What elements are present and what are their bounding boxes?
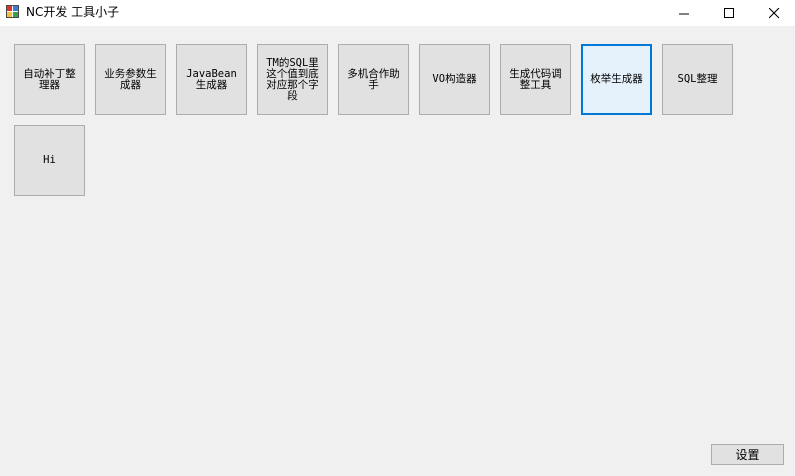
tool-button-sql-field-lookup[interactable]: TM的SQL里这个值到底对应那个字段 — [257, 44, 328, 115]
tool-button-javabean-generator[interactable]: JavaBean生成器 — [176, 44, 247, 115]
tool-button-label: 自动补丁整理器 — [23, 67, 76, 91]
tool-button-label: 枚举生成器 — [590, 73, 643, 85]
maximize-icon — [723, 7, 734, 18]
tool-button-sql-formatter[interactable]: SQL整理 — [662, 44, 733, 115]
tool-button-multi-machine-helper[interactable]: 多机合作助手 — [338, 44, 409, 115]
tool-button-label: 生成代码调整工具 — [509, 67, 562, 91]
close-icon — [768, 7, 779, 18]
window-title: NC开发 工具小子 — [26, 5, 120, 19]
close-button[interactable] — [752, 0, 795, 26]
tool-button-business-param-generator[interactable]: 业务参数生成器 — [95, 44, 166, 115]
tool-button-label: TM的SQL里这个值到底对应那个字段 — [266, 56, 319, 102]
minimize-icon — [678, 13, 689, 14]
settings-button[interactable]: 设置 — [711, 444, 784, 465]
tool-button-codegen-adjuster[interactable]: 生成代码调整工具 — [500, 44, 571, 115]
tool-button-hi[interactable]: Hi — [14, 125, 85, 196]
title-bar[interactable]: NC开发 工具小子 — [0, 0, 795, 26]
tool-button-label: SQL整理 — [677, 73, 718, 85]
tool-button-label: VO构造器 — [432, 73, 477, 85]
minimize-button[interactable] — [662, 0, 706, 26]
tool-button-label: 业务参数生成器 — [104, 67, 157, 91]
tool-button-enum-generator[interactable]: 枚举生成器 — [581, 44, 652, 115]
app-icon — [6, 5, 20, 19]
tool-button-label: JavaBean生成器 — [186, 67, 237, 91]
tool-button-vo-builder[interactable]: VO构造器 — [419, 44, 490, 115]
maximize-button[interactable] — [707, 0, 751, 26]
tool-button-label: Hi — [43, 154, 56, 166]
tool-button-patch-organizer[interactable]: 自动补丁整理器 — [14, 44, 85, 115]
tool-button-label: 多机合作助手 — [347, 67, 400, 91]
